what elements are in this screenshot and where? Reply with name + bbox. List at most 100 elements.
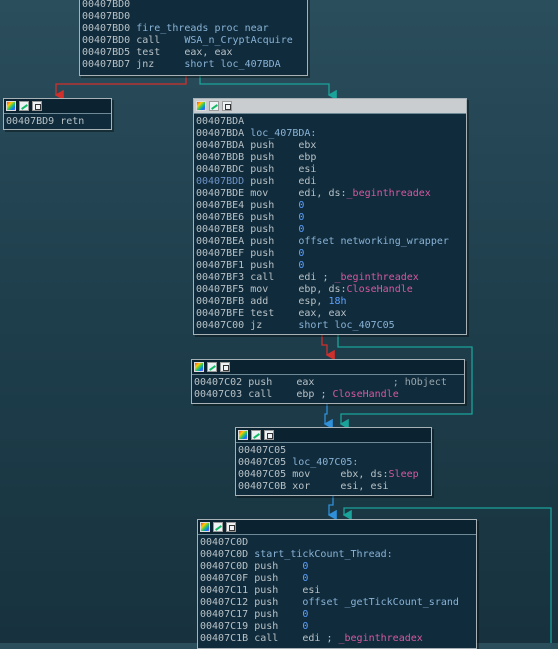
asm-line[interactable]: 00407C12 push offset _getTickCount_srand [200, 597, 474, 609]
label-reference[interactable]: fire_threads proc near [136, 23, 268, 34]
instruction: push [254, 597, 303, 608]
asm-line[interactable]: 00407BFE test eax, eax [196, 308, 464, 320]
asm-line[interactable]: 00407BEF push 0 [196, 248, 464, 260]
asm-line[interactable]: 00407BD9 retn [6, 116, 109, 128]
asm-line[interactable]: 00407C00 jz short loc_407C05 [196, 320, 464, 332]
asm-line[interactable]: 00407BD5 test eax, eax [82, 47, 305, 59]
block-titlebar[interactable] [4, 99, 111, 114]
asm-line[interactable]: 00407C0F push 0 [200, 573, 474, 585]
color-palette-icon[interactable] [6, 101, 16, 111]
color-palette-icon[interactable] [200, 522, 210, 532]
block-titlebar[interactable] [194, 99, 466, 114]
immediate-value: 0 [298, 200, 305, 211]
api-reference[interactable]: _beginthreadex [335, 272, 419, 283]
asm-line[interactable]: 00407BDE mov edi, ds:_beginthreadex [196, 188, 464, 200]
address: 00407BE4 [196, 200, 245, 211]
dialog-icon[interactable] [32, 101, 42, 111]
code-block-loc-407bda[interactable]: 00407BDA 00407BDA loc_407BDA: 00407BDA pus… [193, 98, 467, 335]
immediate-value: 18h [328, 296, 347, 307]
asm-line[interactable]: 00407BF1 push 0 [196, 260, 464, 272]
address: 00407C19 [200, 621, 249, 632]
api-reference[interactable]: CloseHandle [333, 389, 399, 400]
label-reference[interactable]: short loc_407C05 [298, 320, 394, 331]
asm-line[interactable]: 00407BF5 mov ebp, ds:CloseHandle [196, 284, 464, 296]
asm-line[interactable]: 00407C03 call ebp ; CloseHandle [194, 389, 462, 401]
asm-line[interactable]: 00407BEA push offset networking_wrapper [196, 236, 464, 248]
address: 00407BD7 [82, 59, 131, 70]
asm-line[interactable]: 00407BE6 push 0 [196, 212, 464, 224]
asm-line[interactable]: 00407BD0 [82, 0, 305, 11]
graph-icon[interactable] [213, 522, 223, 532]
api-reference[interactable]: _beginthreadex [339, 633, 423, 644]
address: 00407BD0 [82, 23, 131, 34]
address: 00407C11 [200, 585, 249, 596]
code-block-loc-407c05[interactable]: 00407C05 00407C05 loc_407C05: 00407C05 mov… [235, 427, 432, 496]
address: 00407C05 [238, 445, 287, 456]
graph-icon[interactable] [209, 101, 219, 111]
asm-line[interactable]: 00407C17 push 0 [200, 609, 474, 621]
asm-line[interactable]: 00407BDC push esi [196, 164, 464, 176]
asm-line[interactable]: 00407BD0 [82, 11, 305, 23]
label-reference[interactable]: start_tickCount_Thread: [254, 549, 392, 560]
asm-line[interactable]: 00407C05 [238, 445, 429, 457]
graph-icon[interactable] [251, 430, 261, 440]
asm-line[interactable]: 00407BD0 fire_threads proc near [82, 23, 305, 35]
label-reference[interactable]: loc_407C05: [292, 457, 358, 468]
label-reference[interactable]: offset networking_wrapper [298, 236, 449, 247]
code-block-retn[interactable]: 00407BD9 retn [3, 98, 112, 130]
dialog-icon[interactable] [220, 362, 230, 372]
asm-line[interactable]: 00407BDA loc_407BDA: [196, 128, 464, 140]
label-reference[interactable]: loc_407BDA: [250, 128, 316, 139]
asm-line[interactable]: 00407BE4 push 0 [196, 200, 464, 212]
code-lines: 00407BDA 00407BDA loc_407BDA: 00407BDA pus… [194, 114, 466, 333]
address: 00407C03 [194, 389, 243, 400]
asm-line[interactable]: 00407BFB add esp, 18h [196, 296, 464, 308]
asm-line[interactable]: 00407BD7 jnz short loc_407BDA [82, 59, 305, 71]
color-palette-icon[interactable] [194, 362, 204, 372]
dialog-icon[interactable] [226, 522, 236, 532]
asm-line[interactable]: 00407BDB push ebp [196, 152, 464, 164]
immediate-value: 0 [298, 248, 305, 259]
asm-line[interactable]: 00407BF3 call edi ; _beginthreadex [196, 272, 464, 284]
asm-line[interactable]: 00407C19 push 0 [200, 621, 474, 633]
address: 00407BDD [196, 176, 245, 187]
api-reference[interactable]: _beginthreadex [347, 188, 431, 199]
asm-line[interactable]: 00407C0B xor esi, esi [238, 481, 429, 493]
label-reference[interactable]: short loc_407BDA [184, 59, 280, 70]
asm-line[interactable]: 00407C11 push esi [200, 585, 474, 597]
asm-line[interactable]: 00407BE8 push 0 [196, 224, 464, 236]
block-titlebar[interactable] [236, 428, 431, 443]
instruction: add esp, [250, 296, 329, 307]
block-titlebar[interactable] [192, 360, 464, 375]
graph-icon[interactable] [207, 362, 217, 372]
asm-line[interactable]: 00407BDA [196, 116, 464, 128]
graph-icon[interactable] [19, 101, 29, 111]
address: 00407C0D [200, 537, 249, 548]
asm-line[interactable]: 00407BD0 call WSA_n_CryptAcquire [82, 35, 305, 47]
asm-line[interactable]: 00407C02 push eax ; hObject [194, 377, 462, 389]
asm-line[interactable]: 00407C05 loc_407C05: [238, 457, 429, 469]
block-titlebar[interactable] [198, 520, 476, 535]
asm-line[interactable]: 00407C0D push 0 [200, 561, 474, 573]
label-reference[interactable]: offset _getTickCount_srand [302, 597, 459, 608]
api-reference[interactable]: CloseHandle [347, 284, 413, 295]
address: 00407BDA [196, 128, 245, 139]
address: 00407BDB [196, 152, 245, 163]
dialog-icon[interactable] [264, 430, 274, 440]
asm-line[interactable]: 00407BDA push ebx [196, 140, 464, 152]
instruction: push ebx [250, 140, 317, 151]
api-reference[interactable]: Sleep [389, 469, 419, 480]
asm-line[interactable]: 00407C05 mov ebx, ds:Sleep [238, 469, 429, 481]
instruction: jz [250, 320, 299, 331]
color-palette-icon[interactable] [238, 430, 248, 440]
asm-line[interactable]: 00407C0D [200, 537, 474, 549]
code-block-fire-threads[interactable]: 00407BD0 00407BD0 00407BD0 fire_threads pr… [79, 0, 308, 76]
dialog-icon[interactable] [222, 101, 232, 111]
code-block-closehandle[interactable]: 00407C02 push eax ; hObject 00407C03 call… [191, 359, 465, 404]
asm-line[interactable]: 00407BDD push edi [196, 176, 464, 188]
color-palette-icon[interactable] [196, 101, 206, 111]
asm-line[interactable]: 00407C1B call edi ; _beginthreadex [200, 633, 474, 645]
code-block-tickcount-thread[interactable]: 00407C0D 00407C0D start_tickCount_Thread:… [197, 519, 477, 649]
label-reference[interactable]: WSA_n_CryptAcquire [184, 35, 292, 46]
asm-line[interactable]: 00407C0D start_tickCount_Thread: [200, 549, 474, 561]
